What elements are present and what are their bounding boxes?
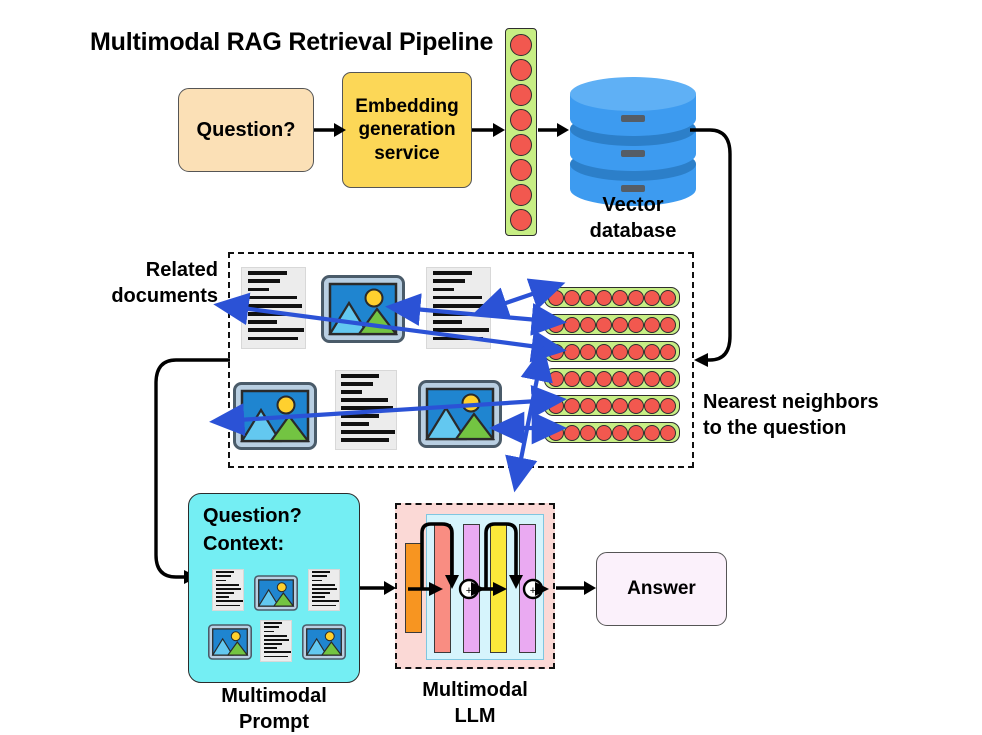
prompt-context-text: Context: <box>203 533 285 555</box>
query-vector-dot <box>510 133 532 156</box>
document-text-line <box>263 626 280 629</box>
document-text-line <box>311 592 331 594</box>
arrow-llm-to-answer <box>556 581 596 595</box>
answer-box-label: Answer <box>627 578 696 599</box>
document-text-line <box>263 643 283 645</box>
embedding-line-2: generation <box>358 119 456 141</box>
embedding-line-1: Embedding <box>355 96 459 118</box>
answer-box: Answer <box>596 552 727 626</box>
document-text-line <box>215 579 226 582</box>
nearest-neighbors-label: Nearest neighbors to the question <box>703 390 978 441</box>
document-text-line <box>311 600 339 603</box>
document-text-line <box>311 587 338 590</box>
retrieval-association-arrows <box>209 278 567 493</box>
question-box: Question? <box>178 88 314 172</box>
vector-database-icon <box>570 77 696 206</box>
vector-database-label: Vector database <box>553 193 713 244</box>
image-icon <box>208 624 252 660</box>
document-text-line <box>263 630 274 633</box>
related-documents-label: Related documents <box>100 258 218 309</box>
embedding-service-box: Embedding generation service <box>342 72 472 188</box>
document-text-line <box>215 583 240 586</box>
question-box-label: Question? <box>196 118 296 141</box>
document-text-line <box>263 655 288 658</box>
prompt-image-3 <box>302 624 346 660</box>
document-text-line <box>215 596 230 599</box>
query-vector-dot <box>510 108 532 131</box>
document-text-line <box>215 592 235 594</box>
prompt-document-1 <box>212 569 244 611</box>
document-text-line <box>311 579 322 582</box>
document-text-line <box>263 651 291 654</box>
document-text-line <box>311 575 328 578</box>
prompt-caption-line-1: Multimodal <box>221 685 327 707</box>
nearest-neighbors-label-line-1: Nearest neighbors <box>703 391 879 413</box>
related-documents-label-line-1: Related <box>145 259 218 281</box>
document-text-line <box>215 587 242 590</box>
document-text-line <box>311 604 336 607</box>
query-vector-dot <box>510 158 532 181</box>
multimodal-prompt-caption: Multimodal Prompt <box>194 684 354 735</box>
vector-database-label-line-2: database <box>589 219 677 242</box>
page-title: Multimodal RAG Retrieval Pipeline <box>90 28 494 56</box>
embedding-line-3: service <box>374 142 440 164</box>
prompt-document-3 <box>260 620 292 662</box>
document-text-line <box>263 638 290 641</box>
arrow-embedding-to-vector <box>472 123 505 137</box>
query-vector-dot <box>510 33 532 56</box>
document-text-line <box>263 647 278 650</box>
llm-caption-line-2: LLM <box>454 704 496 727</box>
document-text-line <box>263 622 283 625</box>
query-vector-dot <box>510 208 532 231</box>
document-text-line <box>311 571 331 574</box>
prompt-image-1 <box>254 575 298 611</box>
nearest-neighbors-label-line-2: to the question <box>703 416 847 439</box>
prompt-document-2 <box>308 569 340 611</box>
arrow-prompt-to-llm <box>360 581 396 595</box>
document-text-line <box>215 604 240 607</box>
document-text-line <box>263 634 288 637</box>
document-text-line <box>311 583 336 586</box>
prompt-question-text: Question? <box>203 505 302 527</box>
prompt-image-2 <box>208 624 252 660</box>
document-text-line <box>311 596 326 599</box>
query-embedding-vector <box>505 28 537 236</box>
multimodal-llm-caption: Multimodal LLM <box>395 678 555 729</box>
vector-database-label-line-1: Vector <box>602 194 664 216</box>
image-icon <box>302 624 346 660</box>
llm-residual-connections: + + <box>408 522 549 600</box>
llm-caption-line-1: Multimodal <box>422 679 528 701</box>
arrow-question-to-embedding <box>314 123 346 137</box>
prompt-caption-line-2: Prompt <box>239 710 309 733</box>
arrow-database-to-retrieval <box>690 128 732 367</box>
image-icon <box>254 575 298 611</box>
document-text-line <box>215 600 243 603</box>
query-vector-dot <box>510 83 532 106</box>
related-documents-label-line-2: documents <box>111 284 218 307</box>
query-vector-dot <box>510 183 532 206</box>
document-text-line <box>215 571 235 574</box>
document-text-line <box>215 575 232 578</box>
query-vector-dot <box>510 58 532 81</box>
